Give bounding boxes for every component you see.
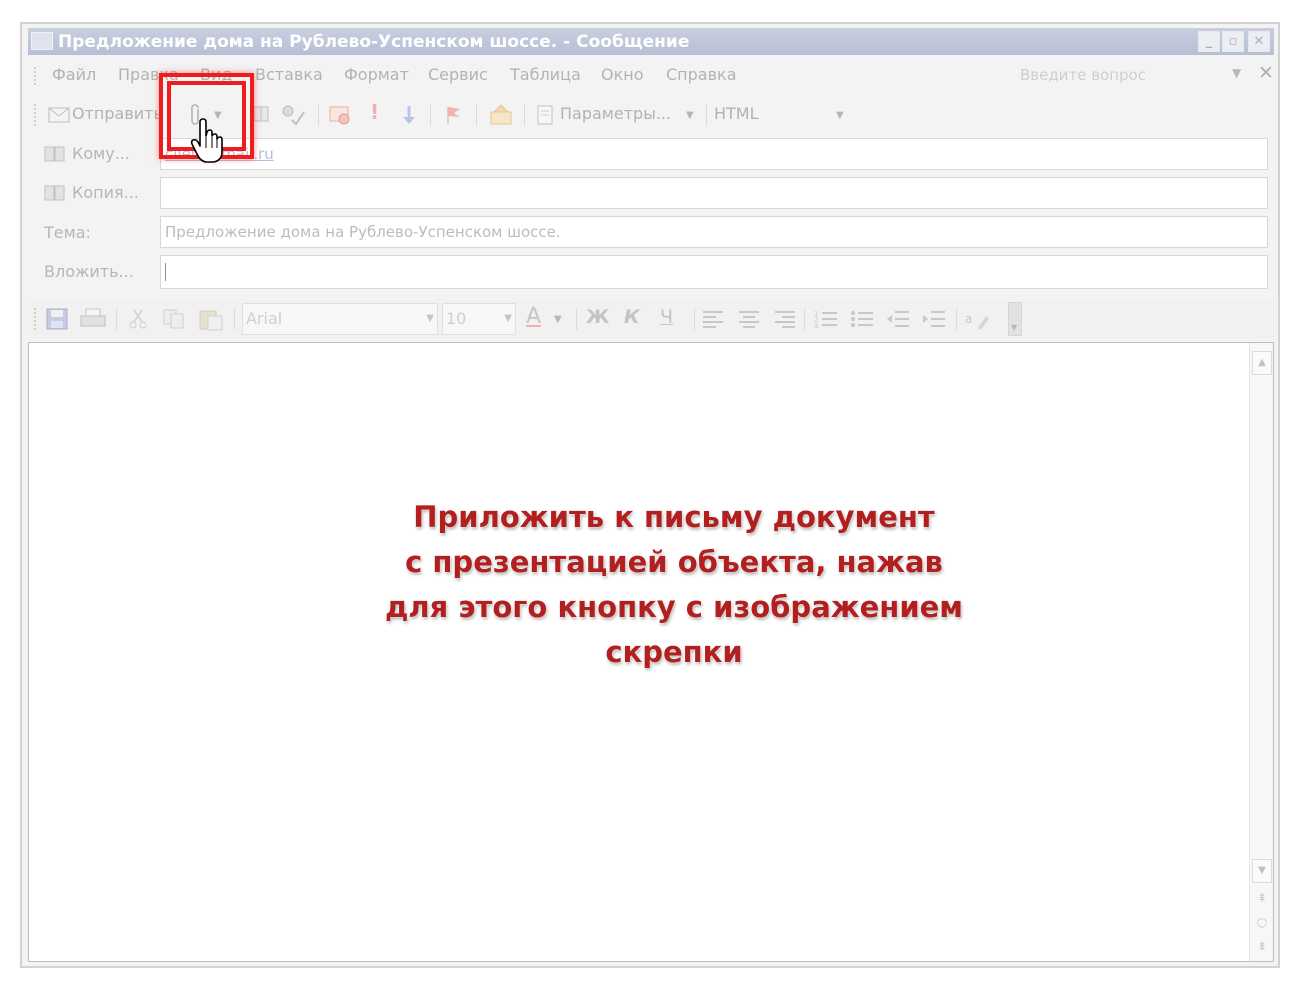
send-button[interactable]: Отправить (44, 102, 164, 128)
font-name-value: Arial (246, 309, 283, 328)
toolbar-separator (706, 104, 707, 126)
title-bar[interactable]: Предложение дома на Рублево-Успенском шо… (28, 28, 1274, 55)
menu-grip[interactable] (34, 67, 38, 85)
options-label: Параметры... (560, 104, 672, 123)
next-page-icon[interactable]: ⇟ (1253, 939, 1271, 953)
instruction-caption: Приложить к письму документ с презентаци… (384, 500, 964, 669)
menu-close-icon[interactable]: ✕ (1258, 62, 1274, 84)
attach-field[interactable] (160, 255, 1268, 289)
options-document-icon (537, 105, 553, 125)
browse-object-icon[interactable]: ○ (1253, 915, 1271, 929)
address-book-icon[interactable] (252, 105, 270, 123)
address-book-icon (44, 185, 65, 201)
format-dropdown-icon[interactable]: ▼ (836, 110, 844, 121)
toolbar-grip[interactable] (34, 104, 38, 126)
menu-tools[interactable]: Сервис (428, 65, 488, 84)
cc-button[interactable]: Копия... (44, 181, 154, 207)
menu-window[interactable]: Окно (601, 65, 644, 84)
scroll-down-button[interactable]: ▼ (1252, 859, 1272, 883)
menu-help[interactable]: Справка (666, 65, 737, 84)
address-book-icon (44, 146, 65, 162)
overflow-chevron-icon: ▼ (1011, 323, 1018, 332)
save-icon[interactable] (46, 308, 68, 330)
style-highlight-icon[interactable]: a (964, 308, 990, 332)
options-dropdown-icon[interactable]: ▼ (686, 110, 694, 121)
toolbar-overflow-button[interactable]: ▼ (1008, 302, 1022, 336)
svg-text:a: a (965, 312, 972, 326)
restore-button[interactable]: ▫ (1222, 31, 1244, 52)
font-color-button[interactable]: A ▼ (524, 304, 572, 334)
send-envelope-icon (48, 107, 70, 123)
previous-page-icon[interactable]: ⇞ (1253, 891, 1271, 905)
toolbar-separator (956, 308, 957, 330)
menu-file[interactable]: Файл (52, 65, 96, 84)
italic-button[interactable]: К (624, 306, 640, 328)
toolbar-separator (524, 104, 525, 126)
message-format-select[interactable]: HTML ▼ (712, 101, 852, 129)
to-label: Кому... (72, 144, 130, 163)
menu-format[interactable]: Формат (344, 65, 409, 84)
permissions-icon[interactable] (488, 102, 514, 126)
formatting-toolbar: Arial ▼ 10 ▼ A ▼ Ж К Ч 1 2 3 a ▼ (30, 300, 1274, 338)
insert-item-icon[interactable] (328, 104, 352, 126)
subject-label: Тема: (44, 223, 91, 242)
bold-button[interactable]: Ж (586, 306, 609, 328)
toolbar-separator (804, 308, 805, 330)
close-button[interactable]: ✕ (1248, 31, 1270, 52)
message-format-value: HTML (714, 104, 759, 123)
align-center-icon[interactable] (738, 309, 760, 329)
numbered-list-icon[interactable]: 1 2 3 (814, 309, 838, 329)
cut-icon[interactable] (128, 308, 148, 330)
menu-table[interactable]: Таблица (510, 65, 581, 84)
font-color-dropdown-icon[interactable]: ▼ (554, 314, 562, 325)
scroll-up-button[interactable]: ▲ (1252, 351, 1272, 375)
toolbar-separator (318, 104, 319, 126)
toolbar-separator (576, 308, 577, 330)
attach-label: Вложить... (44, 262, 134, 281)
underline-button[interactable]: Ч (660, 306, 673, 328)
bulleted-list-icon[interactable] (850, 309, 874, 329)
increase-indent-icon[interactable] (922, 309, 946, 329)
paste-icon[interactable] (198, 307, 224, 331)
toolbar-separator (430, 104, 431, 126)
question-box[interactable]: Введите вопрос (1020, 64, 1230, 88)
window-title: Предложение дома на Рублево-Успенском шо… (58, 32, 690, 52)
print-icon[interactable] (80, 308, 106, 330)
vertical-scrollbar[interactable]: ▲ ▼ ⇞ ○ ⇟ (1249, 343, 1273, 961)
font-name-select[interactable]: Arial ▼ (242, 303, 438, 335)
to-field[interactable]: client@mail.ru (160, 138, 1268, 170)
low-importance-icon[interactable] (402, 105, 416, 125)
options-button[interactable]: Параметры... ▼ (534, 102, 702, 128)
cc-field[interactable] (160, 177, 1268, 209)
follow-up-flag-icon[interactable] (444, 105, 462, 125)
font-size-select[interactable]: 10 ▼ (442, 303, 516, 335)
question-dropdown-icon[interactable]: ▼ (1232, 66, 1241, 80)
menu-insert[interactable]: Вставка (255, 65, 323, 84)
toolbar-separator (234, 308, 235, 330)
font-size-value: 10 (446, 309, 467, 328)
message-envelope-icon (31, 32, 53, 50)
decrease-indent-icon[interactable] (886, 309, 910, 329)
check-names-icon[interactable] (280, 104, 306, 126)
toolbar-separator (694, 308, 695, 330)
high-importance-icon[interactable]: ! (370, 100, 379, 124)
subject-field[interactable]: Предложение дома на Рублево-Успенском шо… (160, 216, 1268, 248)
copy-icon[interactable] (162, 308, 186, 330)
format-toolbar-grip[interactable] (34, 308, 38, 330)
font-color-icon: A (526, 304, 542, 329)
minimize-button[interactable]: _ (1198, 31, 1220, 52)
align-left-icon[interactable] (702, 309, 724, 329)
text-caret (165, 262, 166, 281)
hand-pointer-icon (190, 118, 223, 163)
cc-label: Копия... (72, 183, 139, 202)
font-dropdown-icon[interactable]: ▼ (426, 313, 434, 324)
toolbar-separator (476, 104, 477, 126)
toolbar-separator (116, 308, 117, 330)
size-dropdown-icon[interactable]: ▼ (504, 313, 512, 324)
align-right-icon[interactable] (774, 309, 796, 329)
send-label: Отправить (72, 104, 163, 123)
svg-text:3: 3 (814, 322, 818, 329)
to-button[interactable]: Кому... (44, 142, 154, 168)
